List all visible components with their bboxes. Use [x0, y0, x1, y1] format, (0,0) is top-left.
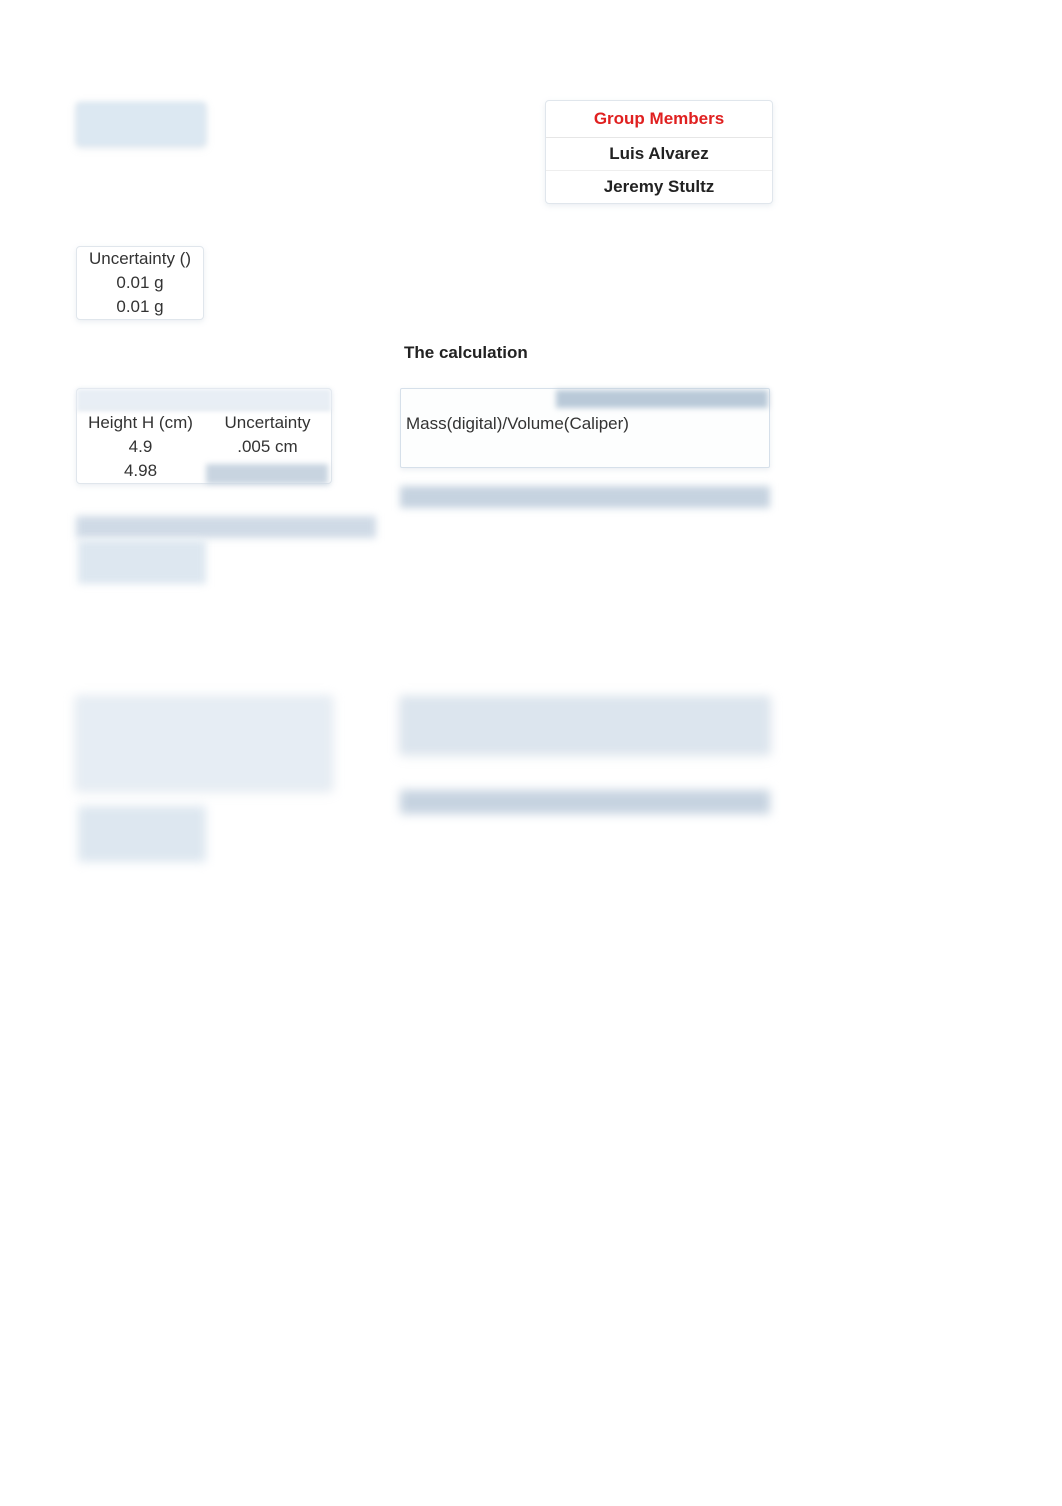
- uncertainty-value: 0.01 g: [77, 295, 203, 319]
- uncertainty-value: .005 cm: [204, 435, 331, 459]
- blurred-placeholder: [78, 540, 206, 584]
- blurred-row: [400, 486, 770, 508]
- uncertainty-card: Uncertainty () 0.01 g 0.01 g: [76, 246, 204, 320]
- uncertainty-value: 0.01 g: [77, 271, 203, 295]
- blurred-card: [400, 696, 770, 754]
- blurred-row: [400, 790, 770, 814]
- blurred-cell: [206, 464, 328, 484]
- group-member-row: Luis Alvarez: [546, 138, 772, 171]
- blurred-placeholder: [76, 102, 206, 146]
- group-members-card: Group Members Luis Alvarez Jeremy Stultz: [545, 100, 773, 204]
- blurred-placeholder: [78, 806, 206, 862]
- height-value: 4.98: [77, 459, 204, 483]
- height-header: Height H (cm): [77, 411, 204, 435]
- height-value: 4.9: [77, 435, 204, 459]
- group-member-row: Jeremy Stultz: [546, 171, 772, 203]
- section-title: The calculation: [404, 343, 528, 363]
- blurred-card: [76, 696, 332, 790]
- uncertainty-header: Uncertainty: [204, 411, 331, 435]
- calculation-formula: Mass(digital)/Volume(Caliper): [406, 414, 629, 434]
- uncertainty-header: Uncertainty (): [77, 247, 203, 271]
- group-members-header: Group Members: [546, 101, 772, 138]
- blurred-row: [76, 516, 376, 538]
- blurred-text: [556, 390, 768, 408]
- blurred-row: [77, 389, 331, 411]
